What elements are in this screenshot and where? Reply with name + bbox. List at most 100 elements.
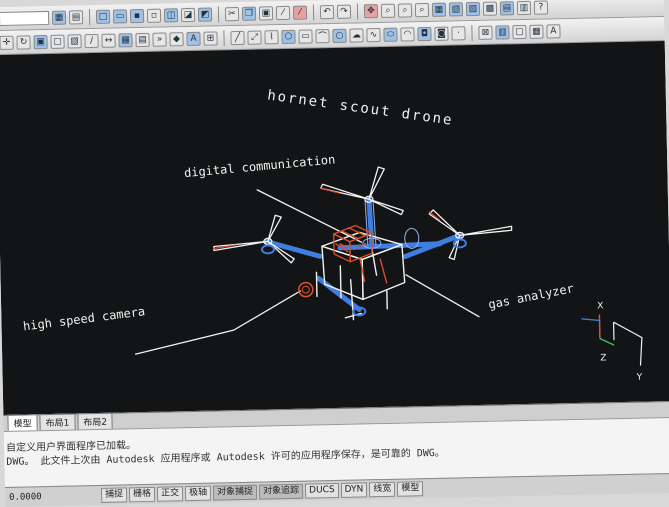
paste-icon[interactable]: ▣ <box>259 6 273 20</box>
grid-icon[interactable]: ▤ <box>69 10 83 24</box>
drone-propellers <box>212 164 512 264</box>
drawing-title: hornet scout drone <box>266 87 454 128</box>
rotate-icon[interactable]: ↻ <box>16 35 30 49</box>
lineweight-toggle[interactable]: 线宽 <box>369 482 395 498</box>
properties-icon[interactable]: ▦ <box>52 10 66 24</box>
dimension-icon[interactable]: ↔ <box>101 33 115 47</box>
gradient-icon[interactable]: ▥ <box>495 25 509 39</box>
zoom-window-icon[interactable]: ⌕ <box>398 3 412 17</box>
polygon-icon[interactable]: ⬠ <box>281 29 295 43</box>
construction-line-icon[interactable]: ⤢ <box>247 30 261 44</box>
communication-leader <box>257 187 362 244</box>
insert-icon[interactable]: ◆ <box>169 32 183 46</box>
ucs-z-label: Z <box>600 353 606 363</box>
camera-label: high speed camera <box>22 304 146 333</box>
print-icon[interactable]: ▫ <box>147 8 161 22</box>
ucs-icon: X Z Y <box>581 301 643 384</box>
spline-icon[interactable]: ∿ <box>366 27 380 41</box>
communication-label: digital communication <box>183 152 335 180</box>
pan-icon[interactable]: ✥ <box>364 4 378 18</box>
boundary-icon[interactable]: ▢ <box>512 24 526 38</box>
camera-leader <box>134 291 302 354</box>
preview-icon[interactable]: ◫ <box>164 8 178 22</box>
revision-cloud-icon[interactable]: ☁ <box>349 28 363 42</box>
design-center-icon[interactable]: ▧ <box>449 2 463 16</box>
drone-module <box>333 225 386 284</box>
publish-icon[interactable]: ◪ <box>181 7 195 21</box>
dyn-toggle[interactable]: DYN <box>340 482 367 498</box>
model-space-toggle[interactable]: 模型 <box>397 481 423 497</box>
ortho-toggle[interactable]: 正交 <box>157 486 183 502</box>
ellipse-arc-icon[interactable]: ◠ <box>400 27 414 41</box>
table-icon[interactable]: ▤ <box>135 32 149 46</box>
hatch-icon[interactable]: ▧ <box>67 34 81 48</box>
ellipse-icon[interactable]: ⬭ <box>383 27 397 41</box>
plot-icon[interactable]: ◩ <box>198 7 212 21</box>
cut-icon[interactable]: ✂ <box>225 6 239 20</box>
undo-icon[interactable]: ↶ <box>320 4 334 18</box>
grid-toggle[interactable]: 栅格 <box>129 487 155 503</box>
multiline-text-icon[interactable]: A <box>546 24 560 38</box>
toolbar-separator <box>357 3 358 19</box>
layer-icon[interactable]: ▣ <box>33 34 47 48</box>
drawing-canvas[interactable]: hornet scout drone digital communication… <box>0 41 669 415</box>
cad-window: ▦ ▤ □ ▭ ▪ ▫ ◫ ◪ ◩ ✂ ❐ ▣ ⁄ ⁄ ↶ ↷ ✥ ⌕ ⌕ ⌕ … <box>0 0 669 507</box>
tab-layout-2[interactable]: 布局2 <box>77 413 113 430</box>
text-icon[interactable]: A <box>186 31 200 45</box>
analyzer-leader <box>406 273 480 319</box>
toolbar-separator <box>218 6 219 22</box>
line-icon[interactable]: ╱ <box>230 30 244 44</box>
make-block-icon[interactable]: ◙ <box>434 26 448 40</box>
point-icon[interactable]: · <box>451 26 465 40</box>
rectangle-icon[interactable]: ▭ <box>298 29 312 43</box>
polyline-icon[interactable]: ∕ <box>84 33 98 47</box>
ucs-y-label: Y <box>636 373 643 383</box>
zoom-realtime-icon[interactable]: ⌕ <box>381 3 395 17</box>
polar-toggle[interactable]: 极轴 <box>185 486 211 502</box>
help-icon[interactable]: ? <box>534 0 548 14</box>
drone-model <box>212 164 513 322</box>
match-properties-icon[interactable]: ⁄ <box>276 5 290 19</box>
attribute-icon[interactable]: ⊞ <box>203 31 217 45</box>
toolbar-separator <box>471 25 472 41</box>
toolbar-separator <box>313 4 314 20</box>
analyzer-label: gas analyzer <box>487 281 575 312</box>
drawing-svg: hornet scout drone digital communication… <box>0 41 669 415</box>
camera-lens <box>299 282 313 296</box>
hatch-pattern-icon[interactable]: ⊠ <box>478 25 492 39</box>
tab-model[interactable]: 模型 <box>7 414 37 431</box>
new-file-icon[interactable]: □ <box>96 9 110 23</box>
properties-palette-icon[interactable]: ▦ <box>432 2 446 16</box>
coordinate-readout: 0.0000 <box>9 490 99 502</box>
arrow-icon[interactable]: » <box>152 32 166 46</box>
table-insert-icon[interactable]: ▦ <box>529 24 543 38</box>
zoom-previous-icon[interactable]: ⌕ <box>415 2 429 16</box>
markup-icon[interactable]: ▤ <box>500 1 514 15</box>
save-icon[interactable]: ▪ <box>130 8 144 22</box>
brush-icon[interactable]: ⁄ <box>293 5 307 19</box>
tab-layout-1[interactable]: 布局1 <box>39 413 75 430</box>
sheet-set-icon[interactable]: ▩ <box>483 1 497 15</box>
redo-icon[interactable]: ↷ <box>337 4 351 18</box>
ucs-x-label: X <box>597 301 603 311</box>
copy-icon[interactable]: ❐ <box>242 6 256 20</box>
leader-lines <box>132 185 480 354</box>
tool-palette-icon[interactable]: ▨ <box>466 1 480 15</box>
toolbar-separator <box>89 9 90 25</box>
propeller-tips <box>213 186 440 249</box>
insert-block-icon[interactable]: ◘ <box>417 26 431 40</box>
open-icon[interactable]: ▭ <box>113 9 127 23</box>
snap-toggle[interactable]: 捕捉 <box>101 487 127 503</box>
calculator-icon[interactable]: ▥ <box>517 0 531 14</box>
arc-icon[interactable]: ⌒ <box>315 29 329 43</box>
otrack-toggle[interactable]: 对象追踪 <box>259 484 303 500</box>
workspace-combo[interactable] <box>0 10 49 25</box>
toolbar-separator <box>223 30 224 46</box>
move-icon[interactable]: ✛ <box>0 35 14 49</box>
region-icon[interactable]: ▦ <box>118 33 132 47</box>
osnap-toggle[interactable]: 对象捕捉 <box>213 485 257 501</box>
block-icon[interactable]: ▢ <box>50 34 64 48</box>
polyline-draw-icon[interactable]: ⌇ <box>264 30 278 44</box>
ducs-toggle[interactable]: DUCS <box>305 483 339 499</box>
circle-icon[interactable]: ○ <box>332 28 346 42</box>
